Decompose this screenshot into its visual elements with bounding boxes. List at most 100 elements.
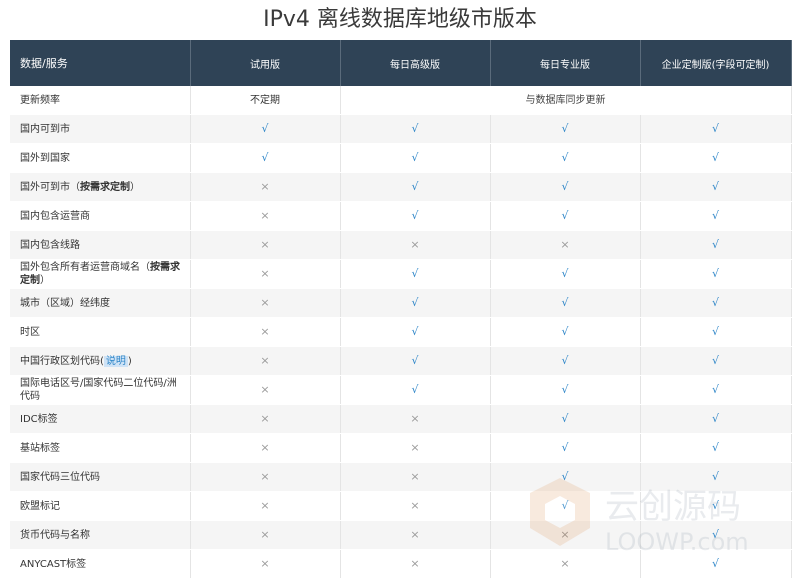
table-cell: √	[490, 433, 641, 463]
table-cell: √	[640, 491, 792, 521]
table-cell: ×	[340, 230, 491, 260]
table-cell: ×	[190, 375, 341, 405]
row-label: 基站标签	[10, 433, 191, 463]
table-cell: ×	[340, 520, 491, 550]
check-icon: √	[561, 267, 569, 280]
header-trial: 试用版	[190, 40, 341, 86]
table-cell: √	[490, 172, 641, 202]
table-cell: ×	[190, 491, 341, 521]
check-icon: √	[561, 412, 569, 425]
table-cell: √	[340, 375, 491, 405]
check-icon: √	[711, 441, 719, 454]
table-cell: √	[490, 462, 641, 492]
table-row: 基站标签 × × √ √	[10, 433, 792, 463]
check-icon: √	[411, 354, 419, 367]
table-cell: √	[640, 172, 792, 202]
freq-others: 与数据库同步更新	[340, 86, 792, 115]
table-cell: ×	[190, 172, 341, 202]
check-icon: √	[561, 209, 569, 222]
table-row: 国外到国家 √ √ √ √	[10, 143, 792, 173]
table-cell: √	[490, 404, 641, 434]
table-row: IDC标签 × × √ √	[10, 404, 792, 434]
table-cell: √	[340, 172, 491, 202]
explanation-link[interactable]: 说明	[103, 355, 128, 367]
check-icon: √	[711, 267, 719, 280]
cross-icon: ×	[260, 412, 270, 425]
cross-icon: ×	[260, 383, 270, 396]
table-cell: √	[340, 114, 491, 144]
cross-icon: ×	[560, 528, 570, 541]
cross-icon: ×	[410, 557, 420, 570]
table-cell: √	[640, 433, 792, 463]
row-label: 城市（区域）经纬度	[10, 288, 191, 318]
table-cell: √	[340, 201, 491, 231]
row-label: 国内包含运营商	[10, 201, 191, 231]
check-icon: √	[711, 528, 719, 541]
table-cell: √	[340, 346, 491, 376]
row-label: 国内包含线路	[10, 230, 191, 260]
cross-icon: ×	[260, 354, 270, 367]
table-row: 时区 × √ √ √	[10, 317, 792, 347]
table-cell: √	[640, 549, 792, 579]
table-cell: ×	[190, 259, 341, 289]
table-cell: ×	[190, 288, 341, 318]
check-icon: √	[711, 122, 719, 135]
table-cell: √	[490, 375, 641, 405]
cross-icon: ×	[560, 238, 570, 251]
table-cell: √	[640, 346, 792, 376]
table-cell: √	[640, 143, 792, 173]
row-label: 国外可到市（按需求定制）	[10, 172, 191, 202]
check-icon: √	[411, 151, 419, 164]
cross-icon: ×	[260, 325, 270, 338]
check-icon: √	[261, 122, 269, 135]
table-cell: √	[640, 462, 792, 492]
table-row: 中国行政区划代码(说明) × √ √ √	[10, 346, 792, 376]
table-row: 国外可到市（按需求定制） × √ √ √	[10, 172, 792, 202]
check-icon: √	[411, 296, 419, 309]
cross-icon: ×	[410, 238, 420, 251]
table-cell: ×	[190, 230, 341, 260]
table-row: 国内可到市 √ √ √ √	[10, 114, 792, 144]
row-label: 中国行政区划代码(说明)	[10, 346, 191, 376]
cross-icon: ×	[410, 441, 420, 454]
row-label: 更新频率	[10, 86, 191, 115]
check-icon: √	[711, 151, 719, 164]
row-label: 国家代码三位代码	[10, 462, 191, 492]
table-header-row: 数据/服务 试用版 每日高级版 每日专业版 企业定制版(字段可定制)	[10, 40, 792, 86]
check-icon: √	[711, 325, 719, 338]
table-row-update-frequency: 更新频率 不定期 与数据库同步更新	[10, 86, 792, 115]
check-icon: √	[411, 122, 419, 135]
table-cell: ×	[190, 462, 341, 492]
table-cell: √	[490, 346, 641, 376]
row-label: 国内可到市	[10, 114, 191, 144]
check-icon: √	[561, 470, 569, 483]
check-icon: √	[711, 470, 719, 483]
table-cell: ×	[340, 462, 491, 492]
check-icon: √	[561, 122, 569, 135]
table-cell: √	[640, 259, 792, 289]
cross-icon: ×	[260, 209, 270, 222]
feature-comparison-table: 数据/服务 试用版 每日高级版 每日专业版 企业定制版(字段可定制) 更新频率 …	[10, 40, 792, 579]
table-cell: ×	[190, 404, 341, 434]
check-icon: √	[411, 209, 419, 222]
table-cell: √	[490, 114, 641, 144]
row-label: 国际电话区号/国家代码二位代码/洲代码	[10, 375, 191, 405]
cross-icon: ×	[260, 499, 270, 512]
table-row: 货币代码与名称 × × × √	[10, 520, 792, 550]
table-cell: ×	[340, 433, 491, 463]
check-icon: √	[711, 180, 719, 193]
table-cell: ×	[340, 549, 491, 579]
table-cell: √	[490, 143, 641, 173]
table-cell: √	[340, 317, 491, 347]
check-icon: √	[711, 499, 719, 512]
check-icon: √	[711, 296, 719, 309]
row-label: IDC标签	[10, 404, 191, 434]
header-service: 数据/服务	[10, 40, 191, 86]
check-icon: √	[561, 499, 569, 512]
cross-icon: ×	[260, 441, 270, 454]
table-row: 国家代码三位代码 × × √ √	[10, 462, 792, 492]
table-cell: √	[640, 375, 792, 405]
table-cell: ×	[340, 491, 491, 521]
check-icon: √	[411, 267, 419, 280]
header-daily-professional: 每日专业版	[490, 40, 641, 86]
